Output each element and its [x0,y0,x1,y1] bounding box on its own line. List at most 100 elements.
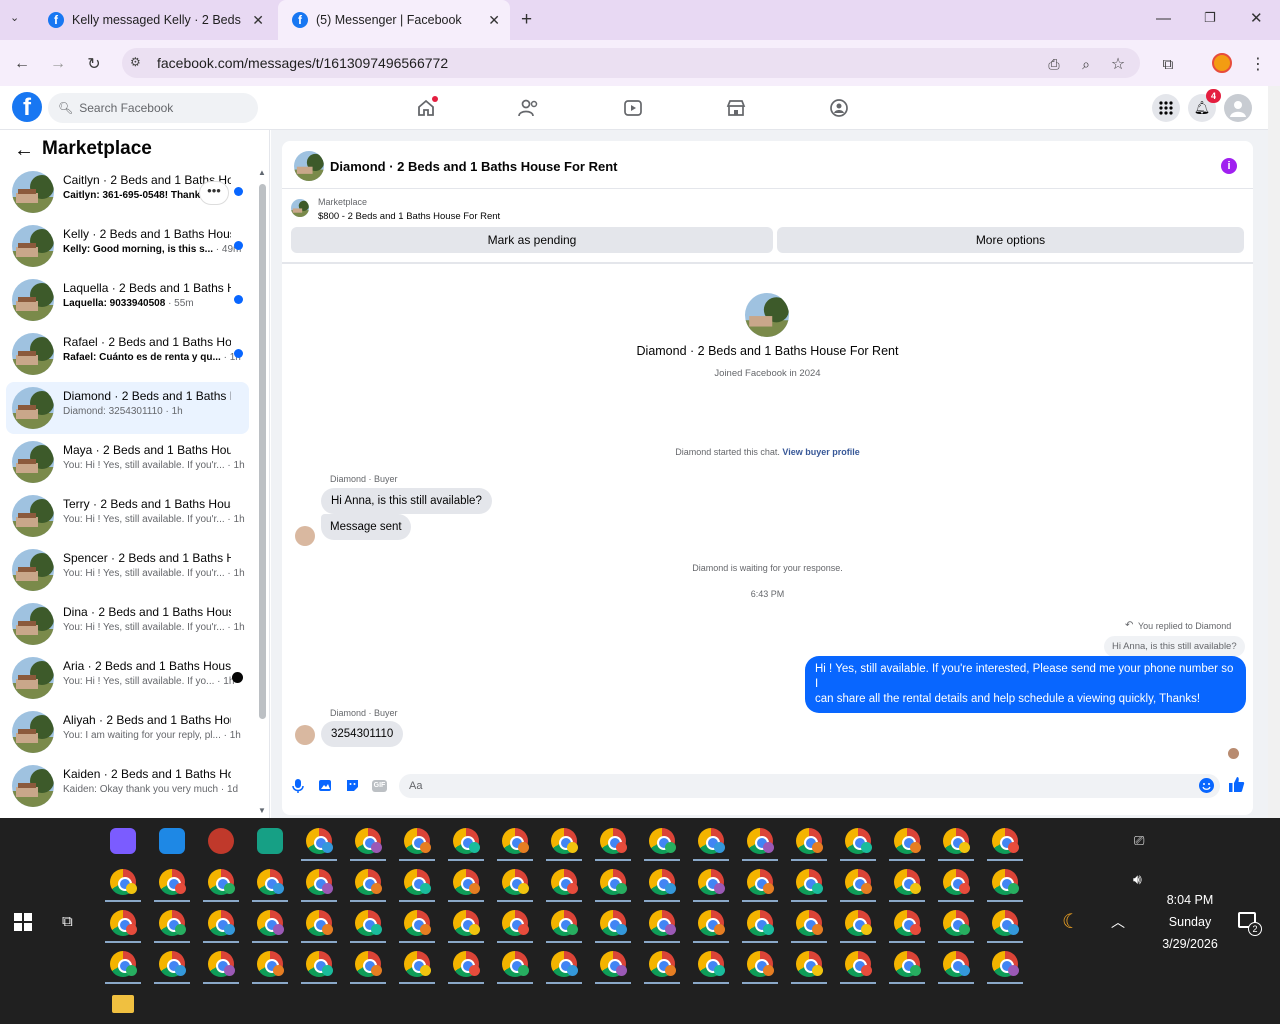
taskbar-clock[interactable]: 8:04 PM Sunday 3/29/2026 [1150,889,1230,955]
site-info-icon[interactable]: ⚙ [130,55,141,69]
running-indicator [448,982,484,984]
conversation-item[interactable]: Diamond · 2 Beds and 1 Baths House For R… [6,382,249,434]
chat-info-icon[interactable]: i [1221,158,1237,174]
back-arrow-icon[interactable]: ← [14,139,34,162]
zoom-icon[interactable]: ⌕ [1074,52,1098,76]
running-indicator [105,982,141,984]
scroll-up-icon[interactable]: ▲ [258,168,266,177]
chrome-profile-badge-icon [175,965,186,976]
bookmark-star-icon[interactable]: ☆ [1106,52,1130,76]
sidebar-scrollbar-thumb[interactable] [259,184,266,719]
friends-icon[interactable] [517,97,541,119]
install-app-icon[interactable]: ⎙ [1042,52,1066,76]
chrome-profile-badge-icon [518,965,529,976]
forward-icon[interactable]: → [46,52,70,76]
emoji-icon[interactable] [1199,778,1214,793]
close-window-icon[interactable]: ✕ [1250,9,1263,27]
chat-header-title[interactable]: Diamond · 2 Beds and 1 Baths House For R… [330,159,618,174]
conversation-item[interactable]: Kaiden · 2 Beds and 1 Baths House For Re… [6,760,249,812]
chrome-profile-badge-icon [567,842,578,853]
new-tab-button[interactable]: + [521,9,532,31]
quoted-message[interactable]: Hi Anna, is this still available? [1104,636,1245,657]
view-buyer-profile-link[interactable]: View buyer profile [782,447,859,457]
chrome-profile-badge-icon [224,965,235,976]
conversation-item[interactable]: Maya · 2 Beds and 1 Baths House For Rent… [6,436,249,488]
message-bubble[interactable]: 3254301110 [321,721,404,747]
conversation-item[interactable]: Laquella · 2 Beds and 1 Baths House For … [6,274,249,326]
facebook-logo-icon[interactable]: f [12,92,42,122]
running-indicator [203,941,239,943]
chrome-profile-badge-icon [371,924,382,935]
running-indicator [889,900,925,902]
close-tab-icon[interactable]: ✕ [488,12,500,29]
chrome-profile-badge-icon [616,924,627,935]
conversation-item[interactable]: Aria · 2 Beds and 1 Baths House For Rent… [6,652,249,704]
taskbar-app-icon[interactable] [257,828,283,854]
show-hidden-icons-chevron-icon[interactable]: ︿ [1111,912,1125,932]
file-explorer-icon[interactable] [112,995,134,1013]
facebook-favicon-icon: f [292,12,308,28]
windows-start-icon[interactable] [14,913,32,936]
marketplace-icon[interactable] [724,97,748,119]
task-view-icon[interactable]: ⧉ [62,913,73,930]
reload-icon[interactable]: ↻ [82,52,106,76]
facebook-search-input[interactable]: 🔍︎ Search Facebook [48,93,258,123]
chrome-profile-badge-icon [126,883,137,894]
outgoing-message-bubble[interactable]: Hi ! Yes, still available. If you're int… [805,656,1246,713]
night-light-moon-icon[interactable]: ☾ [1062,909,1080,934]
mark-as-pending-button[interactable]: Mark as pending [291,227,773,253]
taskbar-app-icon[interactable] [159,828,185,854]
close-tab-icon[interactable]: ✕ [252,12,264,29]
taskbar-app-icon[interactable] [208,828,234,854]
running-indicator [693,941,729,943]
photo-icon[interactable] [318,778,333,798]
groups-icon[interactable] [827,97,851,119]
running-indicator [203,900,239,902]
tab-search-chevron-icon[interactable]: ⌄ [10,11,19,24]
profile-name[interactable]: Diamond · 2 Beds and 1 Baths House For R… [282,344,1253,358]
profile-avatar-icon[interactable] [1212,53,1232,73]
restore-icon[interactable]: ❐ [1204,10,1216,26]
sticker-icon[interactable] [345,778,360,798]
listing-title[interactable]: $800 - 2 Beds and 1 Baths House For Rent [318,211,500,222]
extensions-icon[interactable]: ⧉ [1156,52,1180,76]
account-avatar[interactable] [1224,94,1252,122]
chrome-menu-icon[interactable]: ⋮ [1246,52,1270,76]
more-options-button[interactable]: More options [777,227,1244,253]
page-scrollbar[interactable] [1268,86,1280,818]
conversation-item[interactable]: Terry · 2 Beds and 1 Baths House For Ren… [6,490,249,542]
message-bubble[interactable]: Message sent [321,514,411,540]
running-indicator [987,982,1023,984]
conversation-item[interactable]: Kelly · 2 Beds and 1 Baths House For Ren… [6,220,249,272]
minimize-icon[interactable]: — [1156,10,1171,27]
tab-kelly[interactable]: f Kelly messaged Kelly · 2 Beds an ✕ [34,0,274,40]
conversation-item[interactable]: Spencer · 2 Beds and 1 Baths House For R… [6,544,249,596]
taskbar-app-icon[interactable] [110,828,136,854]
menu-grid-icon[interactable] [1152,94,1180,122]
scroll-down-icon[interactable]: ▼ [258,806,266,815]
like-thumb-icon[interactable] [1228,776,1245,798]
video-icon[interactable] [621,97,645,119]
sender-avatar[interactable] [295,526,315,546]
conversation-item[interactable]: Aliyah · 2 Beds and 1 Baths House For Re… [6,706,249,758]
network-icon[interactable]: ⎚ [1134,833,1144,849]
volume-icon[interactable]: 🔊︎ [1133,871,1142,888]
running-indicator [399,859,435,861]
conversation-item[interactable]: Rafael · 2 Beds and 1 Baths House For Re… [6,328,249,380]
listing-thumbnail[interactable] [291,199,309,217]
tab-messenger[interactable]: f (5) Messenger | Facebook ✕ [278,0,510,40]
gif-icon[interactable]: GIF [372,780,387,792]
conversation-name: Terry · 2 Beds and 1 Baths House For Ren… [63,497,231,511]
sender-avatar[interactable] [295,725,315,745]
message-bubble[interactable]: Hi Anna, is this still available? [321,488,492,514]
conversation-more-icon[interactable]: ••• [199,181,229,205]
message-input[interactable] [399,774,1220,798]
chrome-profile-badge-icon [420,842,431,853]
back-icon[interactable]: ← [10,52,34,76]
microphone-icon[interactable] [292,778,304,797]
profile-avatar[interactable] [745,293,789,337]
conversation-item[interactable]: Dina · 2 Beds and 1 Baths House For Rent… [6,598,249,650]
chat-header-avatar[interactable] [294,151,324,181]
url-text[interactable]: facebook.com/messages/t/1613097496566772 [157,55,448,71]
running-indicator [154,900,190,902]
